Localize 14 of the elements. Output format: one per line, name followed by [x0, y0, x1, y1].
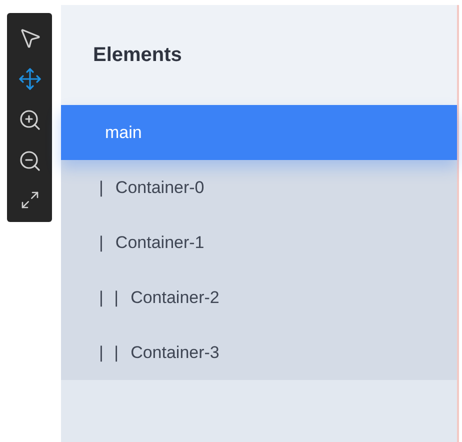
- tree-item[interactable]: main: [61, 105, 457, 160]
- tree-item[interactable]: | | Container-2: [61, 270, 457, 325]
- tree-prefix: |: [99, 176, 104, 199]
- tree-prefix: | |: [99, 342, 119, 364]
- tree-item[interactable]: | Container-0: [61, 160, 457, 215]
- tree-prefix: | |: [99, 286, 119, 309]
- panel-title: Elements: [93, 43, 182, 68]
- zoom-out-icon[interactable]: [18, 148, 42, 172]
- move-icon[interactable]: [18, 66, 42, 90]
- zoom-in-icon[interactable]: [18, 108, 42, 132]
- expand-icon[interactable]: [20, 190, 40, 210]
- tree-item[interactable]: | | Container-3: [61, 325, 457, 380]
- tree-item[interactable]: | Container-1: [61, 215, 457, 270]
- tree-prefix: |: [99, 232, 104, 254]
